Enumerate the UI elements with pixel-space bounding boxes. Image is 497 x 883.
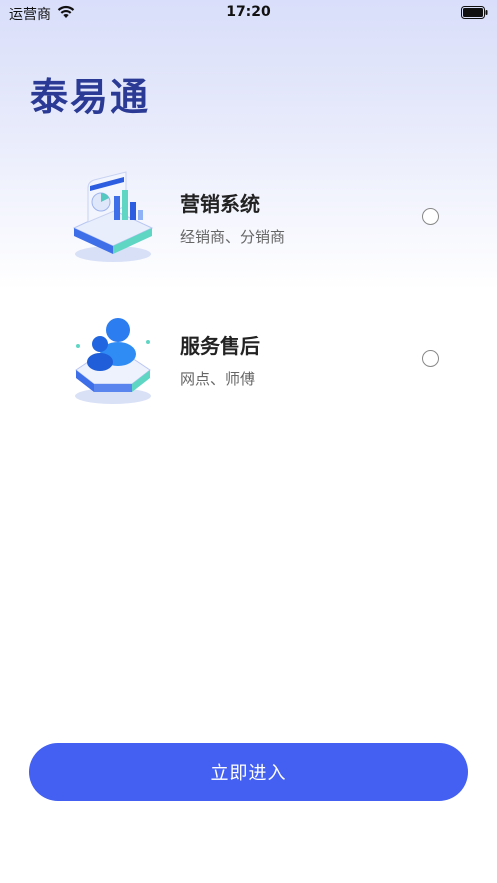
battery-icon [461,6,488,19]
app-title: 泰易通 [30,75,151,119]
option-subtitle: 网点、师傅 [180,370,256,388]
radio-button-marketing[interactable] [422,208,439,225]
option-title: 营销系统 [180,192,260,216]
option-title: 服务售后 [180,334,260,358]
status-bar: 运营商 17:20 [0,0,497,26]
marketing-system-illustration [72,171,154,262]
radio-button-after-sales[interactable] [422,350,439,367]
status-time: 17:20 [226,4,271,20]
option-after-sales-service[interactable]: 服务售后 网点、师傅 [0,308,497,408]
option-subtitle: 经销商、分销商 [180,228,286,246]
after-sales-service-illustration [75,318,151,404]
option-marketing-system[interactable]: 营销系统 经销商、分销商 [0,166,497,266]
enter-button[interactable]: 立即进入 [29,743,468,801]
